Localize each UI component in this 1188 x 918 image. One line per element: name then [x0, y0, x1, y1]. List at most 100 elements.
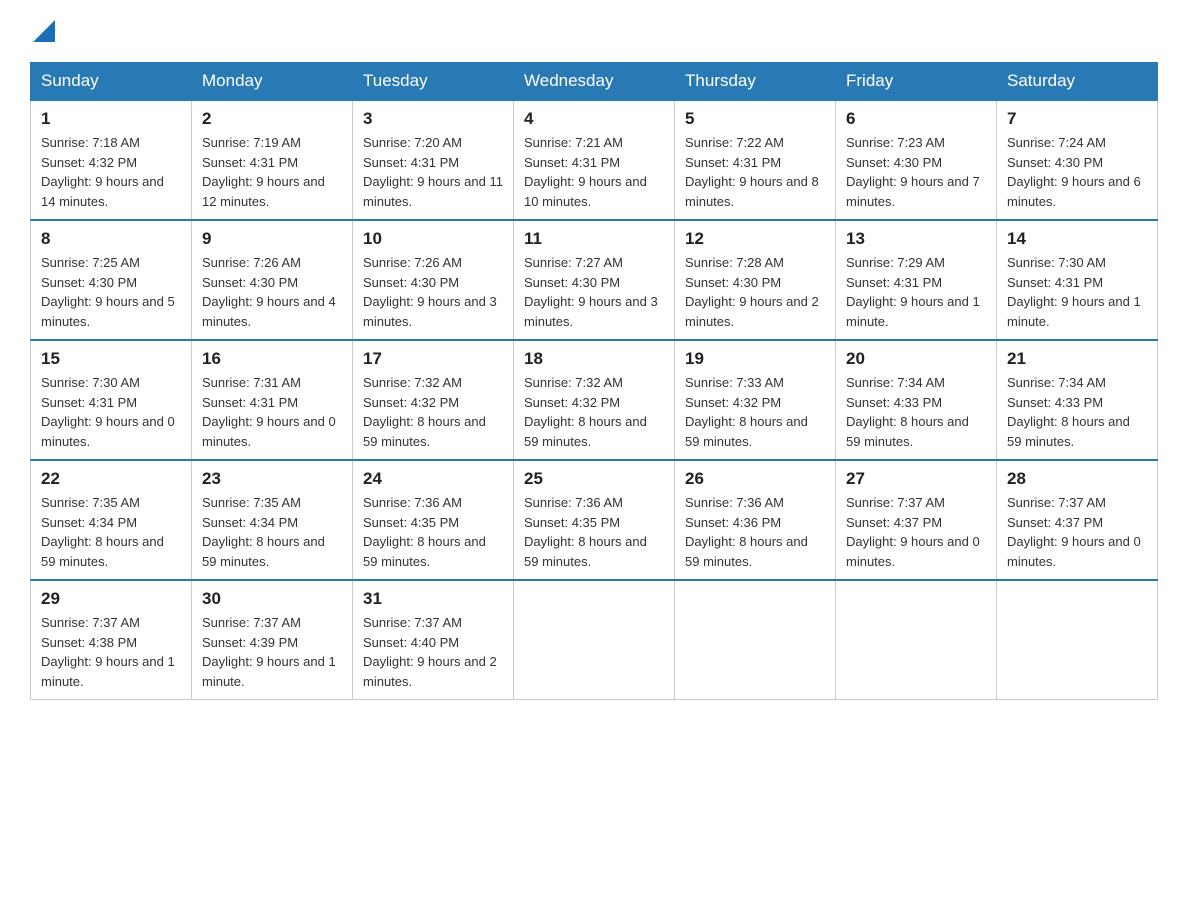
day-number: 17	[363, 349, 503, 369]
day-number: 19	[685, 349, 825, 369]
logo-triangle-icon	[33, 20, 55, 42]
day-info: Sunrise: 7:33 AMSunset: 4:32 PMDaylight:…	[685, 373, 825, 451]
day-cell: 14 Sunrise: 7:30 AMSunset: 4:31 PMDayligh…	[997, 220, 1158, 340]
day-number: 27	[846, 469, 986, 489]
day-info: Sunrise: 7:37 AMSunset: 4:39 PMDaylight:…	[202, 613, 342, 691]
day-cell: 28Sunrise: 7:37 AMSunset: 4:37 PMDayligh…	[997, 460, 1158, 580]
day-number: 11	[524, 229, 664, 249]
day-number: 26	[685, 469, 825, 489]
day-info: Sunrise: 7:37 AMSunset: 4:37 PMDaylight:…	[1007, 493, 1147, 571]
day-info: Sunrise: 7:27 AMSunset: 4:30 PMDaylight:…	[524, 253, 664, 331]
day-number: 16	[202, 349, 342, 369]
day-number: 25	[524, 469, 664, 489]
day-cell: 8Sunrise: 7:25 AMSunset: 4:30 PMDaylight…	[31, 220, 192, 340]
day-number: 22	[41, 469, 181, 489]
day-number: 14	[1007, 229, 1147, 249]
calendar-header: SundayMondayTuesdayWednesdayThursdayFrid…	[31, 63, 1158, 101]
day-info: Sunrise: 7:35 AMSunset: 4:34 PMDaylight:…	[202, 493, 342, 571]
day-info: Sunrise: 7:22 AMSunset: 4:31 PMDaylight:…	[685, 133, 825, 211]
day-cell	[836, 580, 997, 700]
day-info: Sunrise: 7:35 AMSunset: 4:34 PMDaylight:…	[41, 493, 181, 571]
day-cell: 3 Sunrise: 7:20 AMSunset: 4:31 PMDaylight…	[353, 100, 514, 220]
day-info: Sunrise: 7:28 AMSunset: 4:30 PMDaylight:…	[685, 253, 825, 331]
week-row-4: 22 Sunrise: 7:35 AMSunset: 4:34 PMDayligh…	[31, 460, 1158, 580]
day-number: 29	[41, 589, 181, 609]
day-info: Sunrise: 7:26 AMSunset: 4:30 PMDaylight:…	[363, 253, 503, 331]
day-number: 15	[41, 349, 181, 369]
header-cell-sunday: Sunday	[31, 63, 192, 101]
logo	[30, 20, 55, 42]
header-cell-wednesday: Wednesday	[514, 63, 675, 101]
calendar-body: 1Sunrise: 7:18 AMSunset: 4:32 PMDaylight…	[31, 100, 1158, 700]
day-cell: 13Sunrise: 7:29 AMSunset: 4:31 PMDayligh…	[836, 220, 997, 340]
day-info: Sunrise: 7:21 AMSunset: 4:31 PMDaylight:…	[524, 133, 664, 211]
day-number: 3	[363, 109, 503, 129]
day-info: Sunrise: 7:24 AMSunset: 4:30 PMDaylight:…	[1007, 133, 1147, 211]
day-info: Sunrise: 7:34 AMSunset: 4:33 PMDaylight:…	[846, 373, 986, 451]
day-cell: 30 Sunrise: 7:37 AMSunset: 4:39 PMDayligh…	[192, 580, 353, 700]
week-row-5: 29 Sunrise: 7:37 AMSunset: 4:38 PMDayligh…	[31, 580, 1158, 700]
day-cell: 11 Sunrise: 7:27 AMSunset: 4:30 PMDayligh…	[514, 220, 675, 340]
day-number: 18	[524, 349, 664, 369]
day-number: 13	[846, 229, 986, 249]
day-info: Sunrise: 7:36 AMSunset: 4:35 PMDaylight:…	[363, 493, 503, 571]
day-info: Sunrise: 7:37 AMSunset: 4:37 PMDaylight:…	[846, 493, 986, 571]
day-cell: 17 Sunrise: 7:32 AMSunset: 4:32 PMDayligh…	[353, 340, 514, 460]
page-header	[30, 20, 1158, 42]
header-cell-friday: Friday	[836, 63, 997, 101]
calendar-table: SundayMondayTuesdayWednesdayThursdayFrid…	[30, 62, 1158, 700]
day-cell: 15 Sunrise: 7:30 AMSunset: 4:31 PMDayligh…	[31, 340, 192, 460]
day-info: Sunrise: 7:20 AMSunset: 4:31 PMDaylight:…	[363, 133, 503, 211]
day-info: Sunrise: 7:30 AMSunset: 4:31 PMDaylight:…	[1007, 253, 1147, 331]
day-cell: 21 Sunrise: 7:34 AMSunset: 4:33 PMDayligh…	[997, 340, 1158, 460]
day-info: Sunrise: 7:32 AMSunset: 4:32 PMDaylight:…	[524, 373, 664, 451]
day-info: Sunrise: 7:37 AMSunset: 4:38 PMDaylight:…	[41, 613, 181, 691]
day-cell: 9 Sunrise: 7:26 AMSunset: 4:30 PMDaylight…	[192, 220, 353, 340]
day-info: Sunrise: 7:37 AMSunset: 4:40 PMDaylight:…	[363, 613, 503, 691]
header-cell-monday: Monday	[192, 63, 353, 101]
day-cell: 5 Sunrise: 7:22 AMSunset: 4:31 PMDaylight…	[675, 100, 836, 220]
day-number: 4	[524, 109, 664, 129]
day-number: 5	[685, 109, 825, 129]
day-cell: 1Sunrise: 7:18 AMSunset: 4:32 PMDaylight…	[31, 100, 192, 220]
day-info: Sunrise: 7:34 AMSunset: 4:33 PMDaylight:…	[1007, 373, 1147, 451]
day-number: 20	[846, 349, 986, 369]
day-info: Sunrise: 7:30 AMSunset: 4:31 PMDaylight:…	[41, 373, 181, 451]
day-cell: 29 Sunrise: 7:37 AMSunset: 4:38 PMDayligh…	[31, 580, 192, 700]
day-number: 10	[363, 229, 503, 249]
day-cell: 27 Sunrise: 7:37 AMSunset: 4:37 PMDayligh…	[836, 460, 997, 580]
day-cell: 18 Sunrise: 7:32 AMSunset: 4:32 PMDayligh…	[514, 340, 675, 460]
header-row: SundayMondayTuesdayWednesdayThursdayFrid…	[31, 63, 1158, 101]
day-cell: 6 Sunrise: 7:23 AMSunset: 4:30 PMDaylight…	[836, 100, 997, 220]
day-cell: 26Sunrise: 7:36 AMSunset: 4:36 PMDayligh…	[675, 460, 836, 580]
day-number: 6	[846, 109, 986, 129]
day-number: 23	[202, 469, 342, 489]
day-number: 8	[41, 229, 181, 249]
day-info: Sunrise: 7:31 AMSunset: 4:31 PMDaylight:…	[202, 373, 342, 451]
day-cell: 25Sunrise: 7:36 AMSunset: 4:35 PMDayligh…	[514, 460, 675, 580]
day-cell: 23 Sunrise: 7:35 AMSunset: 4:34 PMDayligh…	[192, 460, 353, 580]
week-row-1: 1Sunrise: 7:18 AMSunset: 4:32 PMDaylight…	[31, 100, 1158, 220]
day-cell: 19 Sunrise: 7:33 AMSunset: 4:32 PMDayligh…	[675, 340, 836, 460]
header-cell-saturday: Saturday	[997, 63, 1158, 101]
day-cell	[514, 580, 675, 700]
day-info: Sunrise: 7:32 AMSunset: 4:32 PMDaylight:…	[363, 373, 503, 451]
day-number: 12	[685, 229, 825, 249]
day-cell: 12 Sunrise: 7:28 AMSunset: 4:30 PMDayligh…	[675, 220, 836, 340]
day-cell	[675, 580, 836, 700]
header-cell-tuesday: Tuesday	[353, 63, 514, 101]
day-cell: 10 Sunrise: 7:26 AMSunset: 4:30 PMDayligh…	[353, 220, 514, 340]
header-cell-thursday: Thursday	[675, 63, 836, 101]
day-info: Sunrise: 7:19 AMSunset: 4:31 PMDaylight:…	[202, 133, 342, 211]
day-number: 7	[1007, 109, 1147, 129]
day-number: 21	[1007, 349, 1147, 369]
week-row-3: 15 Sunrise: 7:30 AMSunset: 4:31 PMDayligh…	[31, 340, 1158, 460]
day-info: Sunrise: 7:26 AMSunset: 4:30 PMDaylight:…	[202, 253, 342, 331]
day-cell: 7 Sunrise: 7:24 AMSunset: 4:30 PMDaylight…	[997, 100, 1158, 220]
day-cell	[997, 580, 1158, 700]
day-info: Sunrise: 7:23 AMSunset: 4:30 PMDaylight:…	[846, 133, 986, 211]
day-number: 31	[363, 589, 503, 609]
day-number: 9	[202, 229, 342, 249]
day-cell: 22 Sunrise: 7:35 AMSunset: 4:34 PMDayligh…	[31, 460, 192, 580]
day-number: 30	[202, 589, 342, 609]
